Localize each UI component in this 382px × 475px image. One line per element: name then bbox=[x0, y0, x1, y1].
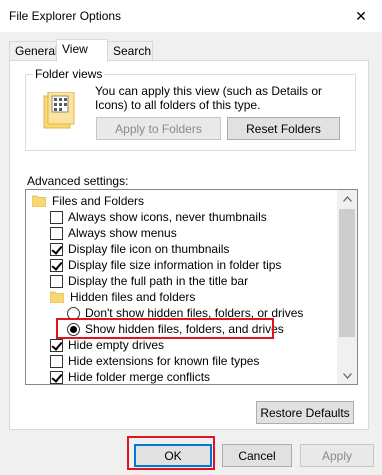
tree-item-label: Hide extensions for known file types bbox=[68, 354, 260, 368]
apply-button[interactable]: Apply bbox=[300, 444, 374, 467]
tree-item-label: Files and Folders bbox=[52, 194, 145, 208]
tree-item-label: Hidden files and folders bbox=[70, 290, 196, 304]
tree-item-label: Display file size information in folder … bbox=[68, 258, 282, 272]
folder-views-icon bbox=[40, 91, 78, 135]
window-title: File Explorer Options bbox=[9, 9, 122, 23]
tab-general[interactable]: General bbox=[9, 41, 58, 61]
folder-views-title: Folder views bbox=[33, 67, 105, 81]
checkbox[interactable] bbox=[50, 354, 63, 368]
tree-item-hide-merge-conflicts[interactable]: Hide folder merge conflicts bbox=[50, 369, 211, 384]
tree-item-hide-extensions[interactable]: Hide extensions for known file types bbox=[50, 353, 259, 369]
close-button[interactable]: ✕ bbox=[346, 4, 376, 28]
tree-item-label: Hide folder merge conflicts bbox=[68, 370, 211, 384]
checkbox[interactable] bbox=[50, 274, 63, 288]
tab-search[interactable]: Search bbox=[107, 41, 153, 61]
folder-views-description: You can apply this view (such as Details… bbox=[95, 84, 323, 112]
advanced-settings-label: Advanced settings: bbox=[27, 174, 129, 188]
tree-item-always-show-menus[interactable]: Always show menus bbox=[50, 225, 177, 241]
tree-item-display-full-path[interactable]: Display the full path in the title bar bbox=[50, 273, 248, 289]
tree-item-always-show-icons[interactable]: Always show icons, never thumbnails bbox=[50, 209, 267, 225]
checkbox[interactable] bbox=[50, 210, 63, 224]
checkbox[interactable] bbox=[50, 370, 63, 384]
tree-item-files-and-folders: Files and Folders bbox=[32, 193, 144, 209]
tree-item-label: Display the full path in the title bar bbox=[68, 274, 249, 288]
checkbox[interactable] bbox=[50, 242, 63, 256]
checkbox[interactable] bbox=[50, 226, 63, 240]
title-bar: File Explorer Options ✕ bbox=[0, 0, 382, 32]
tree-item-hide-empty-drives[interactable]: Hide empty drives bbox=[50, 337, 164, 353]
advanced-settings-tree[interactable]: Files and Folders Always show icons, nev… bbox=[25, 189, 358, 385]
scroll-up-arrow[interactable] bbox=[337, 190, 357, 207]
close-icon: ✕ bbox=[355, 7, 367, 24]
tree-item-label: Display file icon on thumbnails bbox=[68, 242, 230, 256]
chevron-down-icon bbox=[342, 372, 352, 379]
scroll-down-arrow[interactable] bbox=[337, 367, 357, 384]
apply-to-folders-button[interactable]: Apply to Folders bbox=[96, 117, 221, 140]
restore-defaults-button[interactable]: Restore Defaults bbox=[256, 401, 354, 424]
cancel-button[interactable]: Cancel bbox=[222, 444, 292, 467]
scroll-thumb[interactable] bbox=[339, 209, 355, 337]
checkbox[interactable] bbox=[50, 258, 63, 272]
ok-button[interactable]: OK bbox=[134, 444, 212, 467]
reset-folders-button[interactable]: Reset Folders bbox=[227, 117, 340, 140]
tree-item-display-file-icon[interactable]: Display file icon on thumbnails bbox=[50, 241, 229, 257]
folder-icon bbox=[50, 291, 64, 303]
tree-item-label: Hide empty drives bbox=[68, 338, 165, 352]
folder-icon bbox=[32, 195, 46, 207]
checkbox[interactable] bbox=[50, 338, 63, 352]
tree-item-label: Always show menus bbox=[68, 226, 177, 240]
tree-item-label: Always show icons, never thumbnails bbox=[68, 210, 267, 224]
highlight-box bbox=[56, 318, 274, 339]
chevron-up-icon bbox=[342, 195, 352, 202]
tab-view[interactable]: View bbox=[56, 39, 108, 62]
tree-item-hidden-files-and-folders: Hidden files and folders bbox=[50, 289, 195, 305]
tree-scrollbar[interactable] bbox=[337, 190, 357, 384]
tree-item-display-file-size[interactable]: Display file size information in folder … bbox=[50, 257, 281, 273]
